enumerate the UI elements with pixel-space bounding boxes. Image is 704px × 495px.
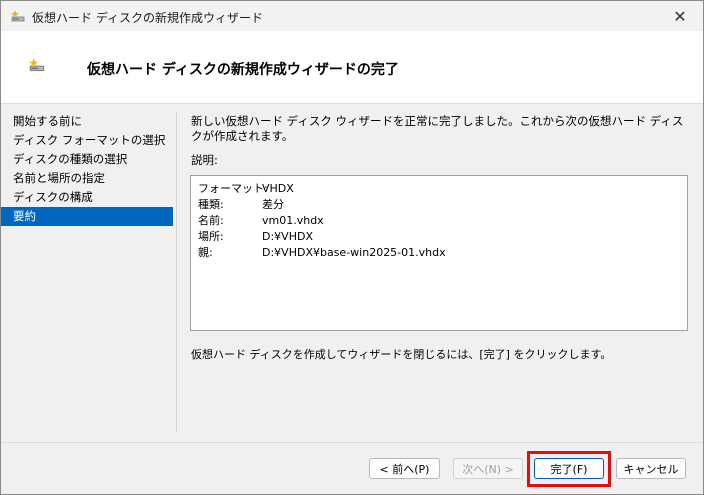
- cancel-button[interactable]: キャンセル: [616, 458, 686, 479]
- summary-key: フォーマット:: [198, 182, 268, 195]
- title-bar: 仮想ハード ディスクの新規作成ウィザード ✕: [1, 1, 703, 31]
- summary-row-parent: 親: D:¥VHDX¥base-win2025-01.vhdx: [198, 245, 446, 261]
- intro-text: 新しい仮想ハード ディスク ウィザードを正常に完了しました。これから次の仮想ハー…: [191, 114, 684, 143]
- sidebar-item-summary[interactable]: 要約: [1, 207, 173, 226]
- disk-icon: [29, 58, 45, 72]
- summary-row-format: フォーマット:VHDX: [198, 181, 294, 197]
- disk-icon: [11, 10, 25, 22]
- vertical-divider: [176, 112, 177, 432]
- wizard-window: 仮想ハード ディスクの新規作成ウィザード ✕ 仮想ハード ディスクの新規作成ウィ…: [0, 0, 704, 495]
- summary-value: D:¥VHDX: [262, 230, 313, 243]
- back-button[interactable]: < 前へ(P): [369, 458, 440, 479]
- summary-value: 差分: [262, 198, 284, 211]
- summary-value: vm01.vhdx: [262, 214, 324, 227]
- wizard-header: 仮想ハード ディスクの新規作成ウィザードの完了: [1, 31, 703, 104]
- sidebar-item-name-location[interactable]: 名前と場所の指定: [1, 169, 173, 188]
- summary-key: 場所:: [198, 230, 224, 243]
- finish-instruction: 仮想ハード ディスクを作成してウィザードを閉じるには、[完了] をクリックします…: [191, 348, 612, 361]
- summary-row-type: 種類: 差分: [198, 197, 284, 213]
- summary-key: 名前:: [198, 214, 224, 227]
- sidebar-item-choose-format[interactable]: ディスク フォーマットの選択: [1, 131, 173, 150]
- sidebar-item-choose-type[interactable]: ディスクの種類の選択: [1, 150, 173, 169]
- summary-key: 種類:: [198, 198, 224, 211]
- finish-highlight-box: [527, 451, 611, 487]
- summary-value: VHDX: [262, 182, 294, 195]
- sidebar-item-before-you-begin[interactable]: 開始する前に: [1, 112, 173, 131]
- description-label: 説明:: [191, 153, 218, 167]
- summary-value: D:¥VHDX¥base-win2025-01.vhdx: [262, 246, 446, 259]
- page-title: 仮想ハード ディスクの新規作成ウィザードの完了: [87, 62, 399, 78]
- window-title: 仮想ハード ディスクの新規作成ウィザード: [32, 11, 263, 25]
- close-icon: ✕: [673, 6, 687, 26]
- summary-box[interactable]: フォーマット:VHDX 種類: 差分 名前: vm01.vhdx 場所: D:¥VHD…: [190, 175, 688, 331]
- close-button[interactable]: ✕: [657, 1, 703, 31]
- summary-key: 親:: [198, 246, 213, 259]
- sidebar-item-configure-disk[interactable]: ディスクの構成: [1, 188, 173, 207]
- summary-row-location: 場所: D:¥VHDX: [198, 229, 313, 245]
- wizard-steps: 開始する前に ディスク フォーマットの選択 ディスクの種類の選択 名前と場所の指…: [1, 112, 173, 226]
- summary-row-name: 名前: vm01.vhdx: [198, 213, 324, 229]
- footer-divider: [1, 442, 703, 443]
- next-button[interactable]: 次へ(N) >: [453, 458, 523, 479]
- main-content: 新しい仮想ハード ディスク ウィザードを正常に完了しました。これから次の仮想ハー…: [191, 114, 691, 144]
